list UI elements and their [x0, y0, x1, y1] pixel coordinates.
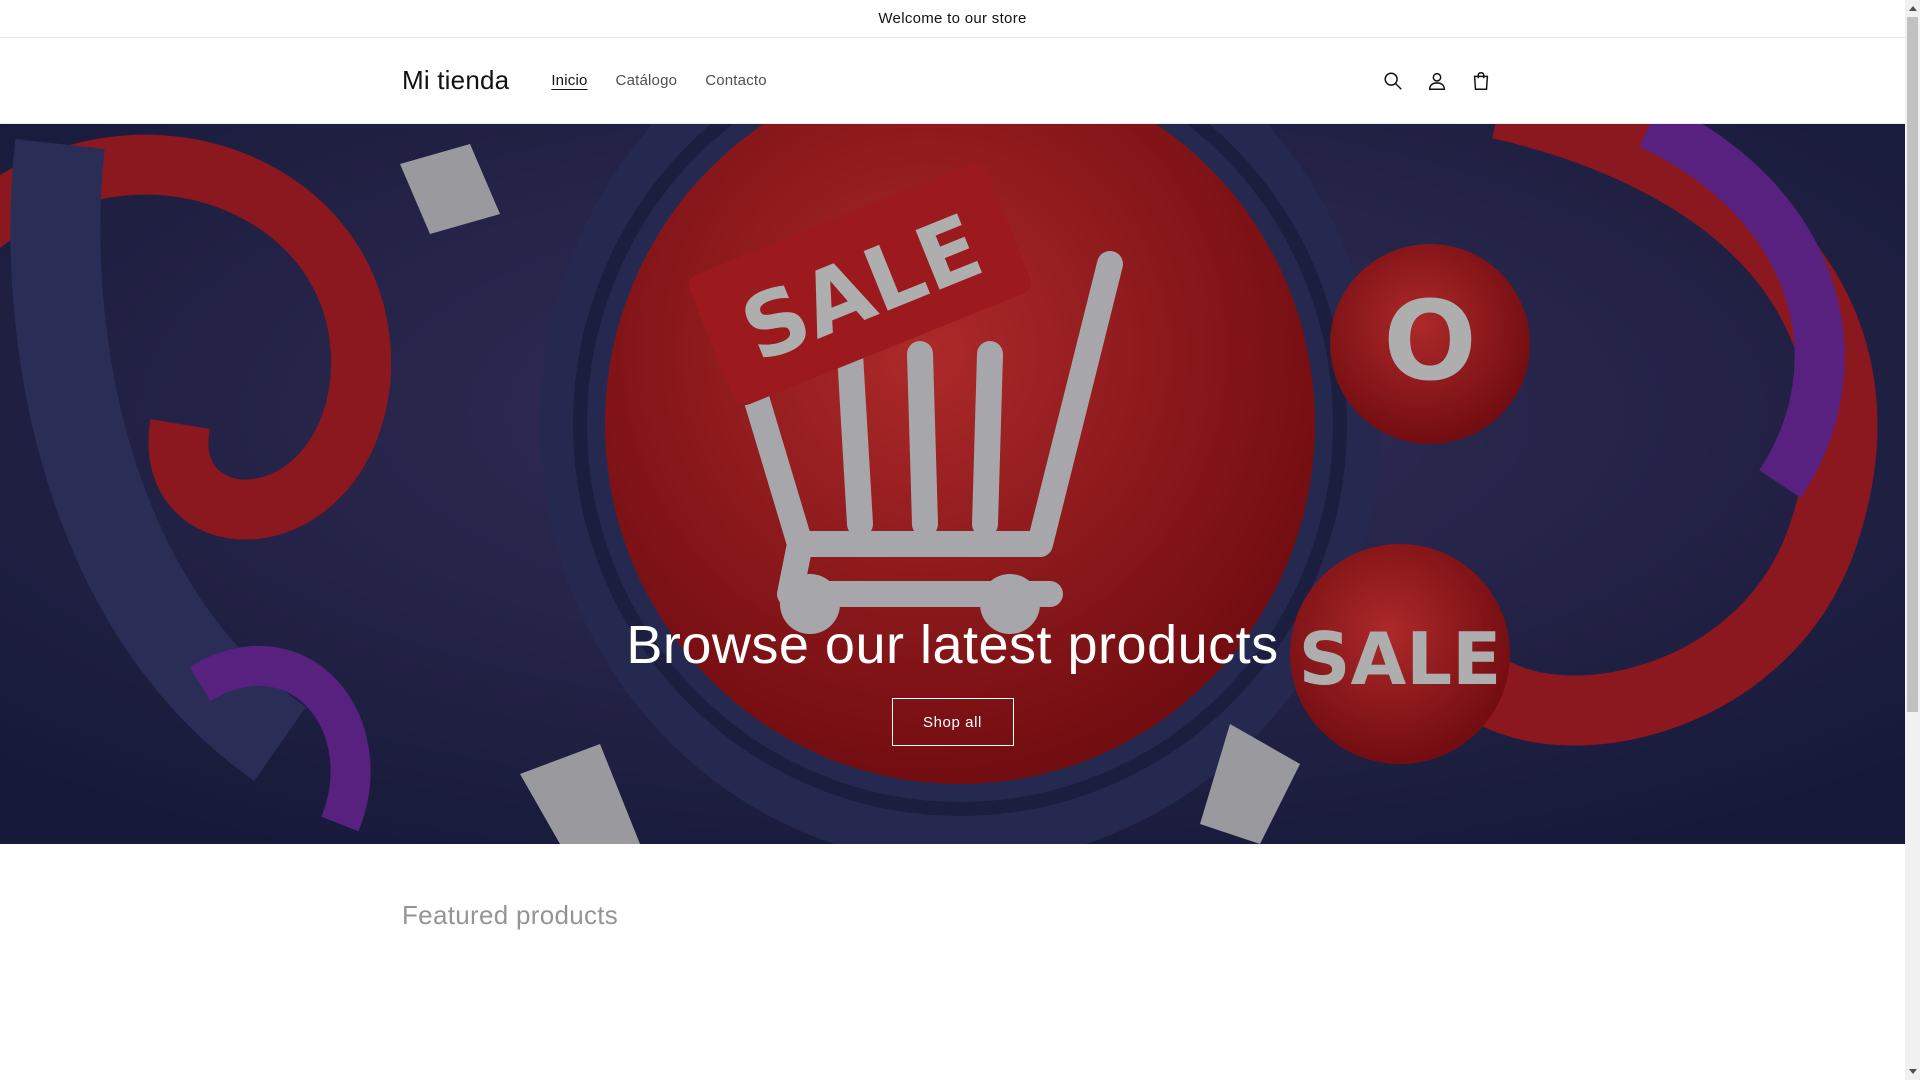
hero-content: Browse our latest products Shop all	[0, 614, 1905, 746]
account-button[interactable]	[1415, 59, 1459, 103]
header-icons	[1371, 59, 1503, 103]
announcement-bar: Welcome to our store	[0, 0, 1905, 38]
store-logo[interactable]: Mi tienda	[402, 65, 509, 96]
cart-icon	[1473, 71, 1489, 90]
hero-banner: SALE O SALE Browse our latest products S…	[0, 124, 1905, 844]
cart-button[interactable]	[1459, 59, 1503, 103]
nav-link-contacto[interactable]: Contacto	[693, 64, 779, 97]
featured-products-section: Featured products	[402, 900, 618, 931]
nav-link-catalogo[interactable]: Catálogo	[604, 64, 690, 97]
main-nav: Inicio Catálogo Contacto	[539, 64, 779, 97]
page-scrollbar[interactable]	[1905, 0, 1920, 1080]
featured-products-title: Featured products	[402, 900, 619, 930]
nav-link-inicio[interactable]: Inicio	[539, 64, 599, 97]
shop-all-button[interactable]: Shop all	[891, 698, 1014, 746]
scroll-up-arrow[interactable]	[1905, 0, 1920, 17]
search-button[interactable]	[1371, 59, 1415, 103]
scrollbar-thumb[interactable]	[1907, 17, 1918, 712]
hero-title: Browse our latest products	[626, 615, 1279, 675]
chevron-up-icon	[1908, 6, 1917, 11]
account-icon	[1428, 72, 1446, 90]
page: Welcome to our store Mi tienda Inicio Ca…	[0, 0, 1905, 1080]
site-header: Mi tienda Inicio Catálogo Contacto	[0, 38, 1905, 124]
search-icon	[1384, 71, 1402, 90]
announcement-text: Welcome to our store	[878, 10, 1027, 27]
chevron-down-icon	[1908, 1069, 1917, 1074]
scroll-down-arrow[interactable]	[1905, 1063, 1920, 1080]
